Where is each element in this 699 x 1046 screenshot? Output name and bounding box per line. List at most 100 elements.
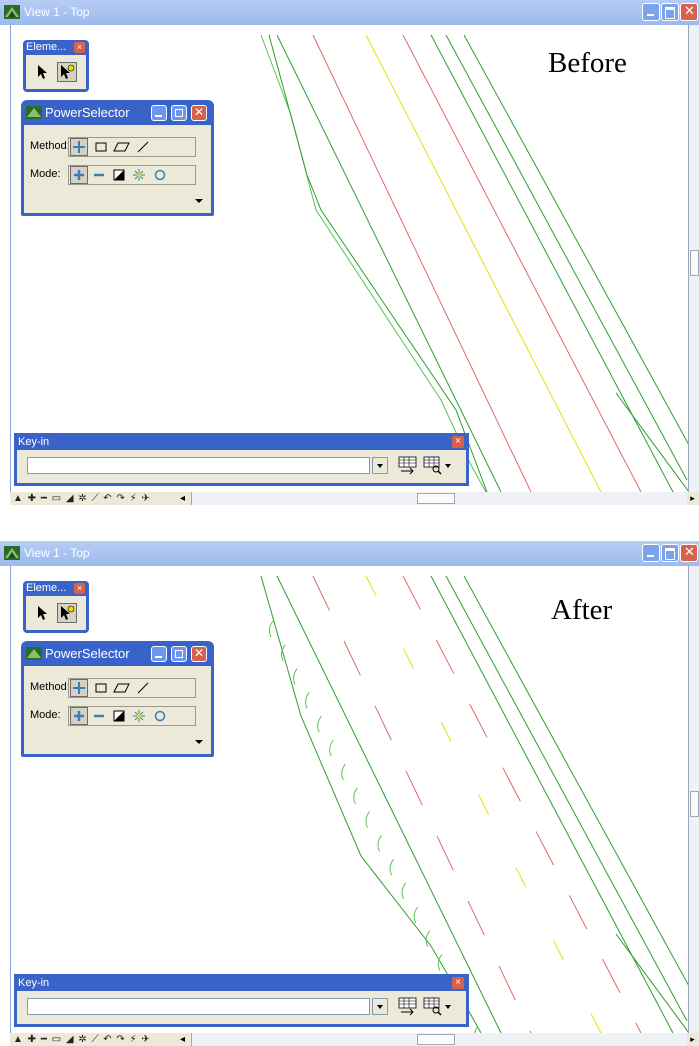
power-selector-icon[interactable] [57,603,77,623]
keyin-find-icon[interactable] [422,995,451,1017]
horizontal-scrollbar[interactable] [191,1033,687,1046]
close-icon[interactable]: × [452,977,464,989]
window-titlebar[interactable]: View 1 - Top [0,0,699,25]
vertical-scroll-thumb[interactable] [690,791,699,817]
add-mode-icon[interactable] [70,707,88,725]
window-titlebar[interactable]: View 1 - Top [0,541,699,566]
subtract-mode-icon[interactable] [91,708,111,728]
drawing-view[interactable] [10,25,689,492]
edge-line-outer[interactable] [260,575,482,1033]
arrow-pointer-icon[interactable] [32,603,52,623]
element-selection-toolbox[interactable]: Eleme... × [23,581,89,633]
shape-method-icon[interactable] [113,680,133,700]
power-selector-dialog[interactable]: PowerSelector Method: Mode: [21,641,214,757]
view-control-icons[interactable]: ▲ ✚ ━ ▭ ◢ ✲ ⟋ ↶ ↷ ⚡ ✈ [13,1033,151,1046]
method-toolbar [68,678,196,698]
expand-dialog-arrow-icon[interactable] [195,740,203,744]
mode-label: Mode: [30,709,61,721]
clear-mode-icon[interactable] [152,708,172,728]
close-icon[interactable]: × [452,436,464,448]
bentley-logo-icon [4,546,20,560]
new-mode-icon[interactable] [131,167,151,187]
maximize-button[interactable] [661,544,679,562]
individual-method-icon[interactable] [70,679,88,697]
close-button[interactable] [680,544,698,562]
keyin-input[interactable] [27,457,370,474]
invert-mode-icon[interactable] [111,167,131,187]
minimize-button[interactable] [642,544,660,562]
close-icon[interactable]: × [74,42,85,53]
add-mode-icon[interactable] [70,166,88,184]
minimize-button[interactable] [151,646,167,662]
keyin-title: Key-in [18,977,50,989]
panel-after: View 1 - Top After Eleme... × PowerSel [0,541,699,1046]
keyin-history-dropdown[interactable] [372,457,388,474]
edge-line-outer[interactable] [260,34,487,492]
keyin-find-icon[interactable] [422,454,451,476]
power-selector-titlebar[interactable]: PowerSelector [21,641,214,666]
outer-line-2[interactable] [445,34,688,481]
clear-mode-icon[interactable] [152,167,172,187]
vertical-scroll-thumb[interactable] [690,250,699,276]
outer-line-3[interactable] [463,34,689,446]
maximize-button[interactable] [171,105,187,121]
horizontal-scrollbar[interactable] [191,492,687,505]
line-method-icon[interactable] [135,680,155,700]
vertical-scrollbar[interactable] [688,25,699,492]
element-selection-toolbox[interactable]: Eleme... × [23,40,89,92]
window-title: View 1 - Top [24,5,90,19]
expand-dialog-arrow-icon[interactable] [195,199,203,203]
mode-label: Mode: [30,168,61,180]
new-mode-icon[interactable] [131,708,151,728]
keyin-window[interactable]: Key-in × [14,433,469,486]
arrow-pointer-icon[interactable] [32,62,52,82]
window-title: View 1 - Top [24,546,90,560]
short-line[interactable] [615,392,689,492]
scroll-left-icon[interactable]: ◂ [180,1034,185,1046]
power-selector-titlebar[interactable]: PowerSelector [21,100,214,125]
subtract-mode-icon[interactable] [91,167,111,187]
edge-symbols[interactable] [268,620,479,1033]
mode-toolbar [68,706,196,726]
maximize-button[interactable] [171,646,187,662]
scroll-right-icon[interactable]: ▸ [686,492,699,505]
minimize-button[interactable] [151,105,167,121]
road-drawing[interactable] [11,566,689,1033]
road-drawing[interactable] [11,25,689,492]
outer-line-3[interactable] [463,575,689,987]
close-button[interactable] [191,105,207,121]
horizontal-scroll-thumb[interactable] [417,493,455,504]
outer-line-2[interactable] [445,575,688,1022]
vertical-scrollbar[interactable] [688,566,699,1033]
view-control-icons[interactable]: ▲ ✚ ━ ▭ ◢ ✲ ⟋ ↶ ↷ ⚡ ✈ [13,492,151,505]
shape-method-icon[interactable] [113,139,133,159]
block-method-icon[interactable] [93,139,113,159]
lane-line-red-2[interactable] [402,34,642,492]
line-method-icon[interactable] [135,139,155,159]
drawing-view[interactable] [10,566,689,1033]
power-selector-dialog[interactable]: PowerSelector Method: Mode: [21,100,214,216]
individual-method-icon[interactable] [70,138,88,156]
annotation-label: Before [548,47,627,79]
keyin-browser-icon[interactable] [397,995,419,1017]
scroll-left-icon[interactable]: ◂ [180,493,185,505]
horizontal-scroll-thumb[interactable] [417,1034,455,1045]
maximize-button[interactable] [661,3,679,21]
keyin-history-dropdown[interactable] [372,998,388,1015]
short-line[interactable] [615,933,689,1033]
keyin-input[interactable] [27,998,370,1015]
edge-line-inner[interactable] [268,34,488,492]
lane-line-red-1[interactable] [312,575,532,1033]
minimize-button[interactable] [642,3,660,21]
close-icon[interactable]: × [74,583,85,594]
close-button[interactable] [680,3,698,21]
power-selector-icon[interactable] [57,62,77,82]
toolbox-title: Eleme... [26,582,67,594]
block-method-icon[interactable] [93,680,113,700]
keyin-browser-icon[interactable] [397,454,419,476]
lane-line-red-1[interactable] [312,34,532,492]
scroll-right-icon[interactable]: ▸ [686,1033,699,1046]
invert-mode-icon[interactable] [111,708,131,728]
close-button[interactable] [191,646,207,662]
keyin-window[interactable]: Key-in × [14,974,469,1027]
